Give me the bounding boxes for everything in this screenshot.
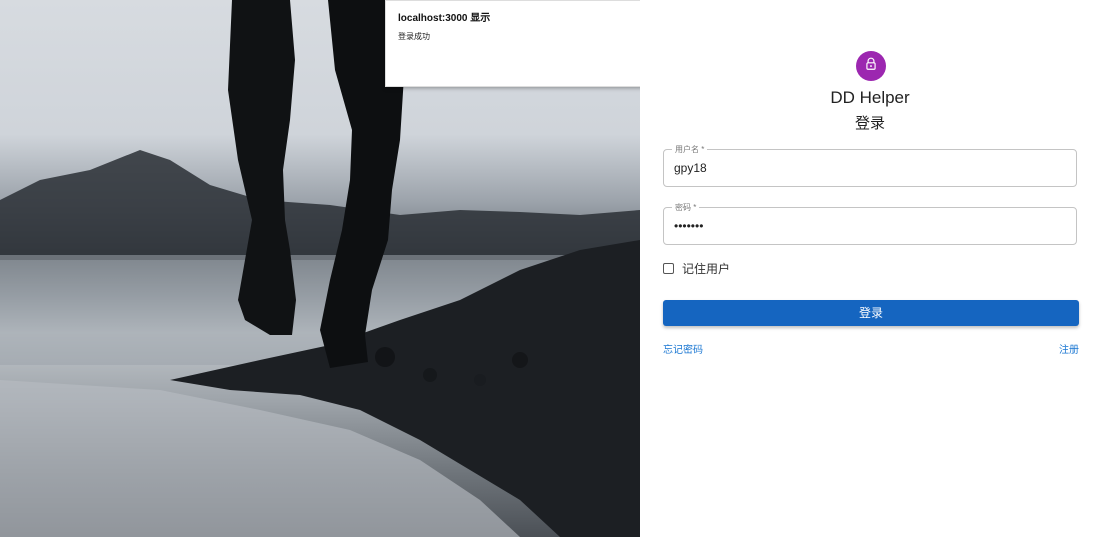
password-label: 密码 *	[672, 202, 700, 213]
username-value: gpy18	[674, 161, 707, 175]
remember-label: 记住用户	[682, 262, 731, 276]
lock-icon	[864, 57, 878, 76]
username-label: 用户名 *	[672, 144, 708, 155]
avatar	[856, 51, 886, 81]
alert-message: 登录成功	[398, 32, 430, 41]
remember-user-row[interactable]: 记住用户	[663, 260, 730, 277]
page-title: 登录	[854, 115, 885, 132]
password-field[interactable]: 密码 * •••••••	[663, 202, 1077, 245]
alert-title: localhost:3000 显示	[398, 13, 491, 24]
remember-checkbox[interactable]	[663, 263, 674, 274]
register-link[interactable]: 注册	[1059, 341, 1079, 356]
username-field[interactable]: 用户名 * gpy18	[663, 144, 1077, 187]
password-value: •••••••	[674, 219, 704, 233]
login-button[interactable]: 登录	[663, 300, 1079, 326]
login-panel: DD Helper 登录 用户名 * gpy18 密码 * ••••••• 记住…	[640, 0, 1100, 537]
forgot-password-link[interactable]: 忘记密码	[663, 341, 703, 356]
app-title: DD Helper	[830, 88, 910, 107]
